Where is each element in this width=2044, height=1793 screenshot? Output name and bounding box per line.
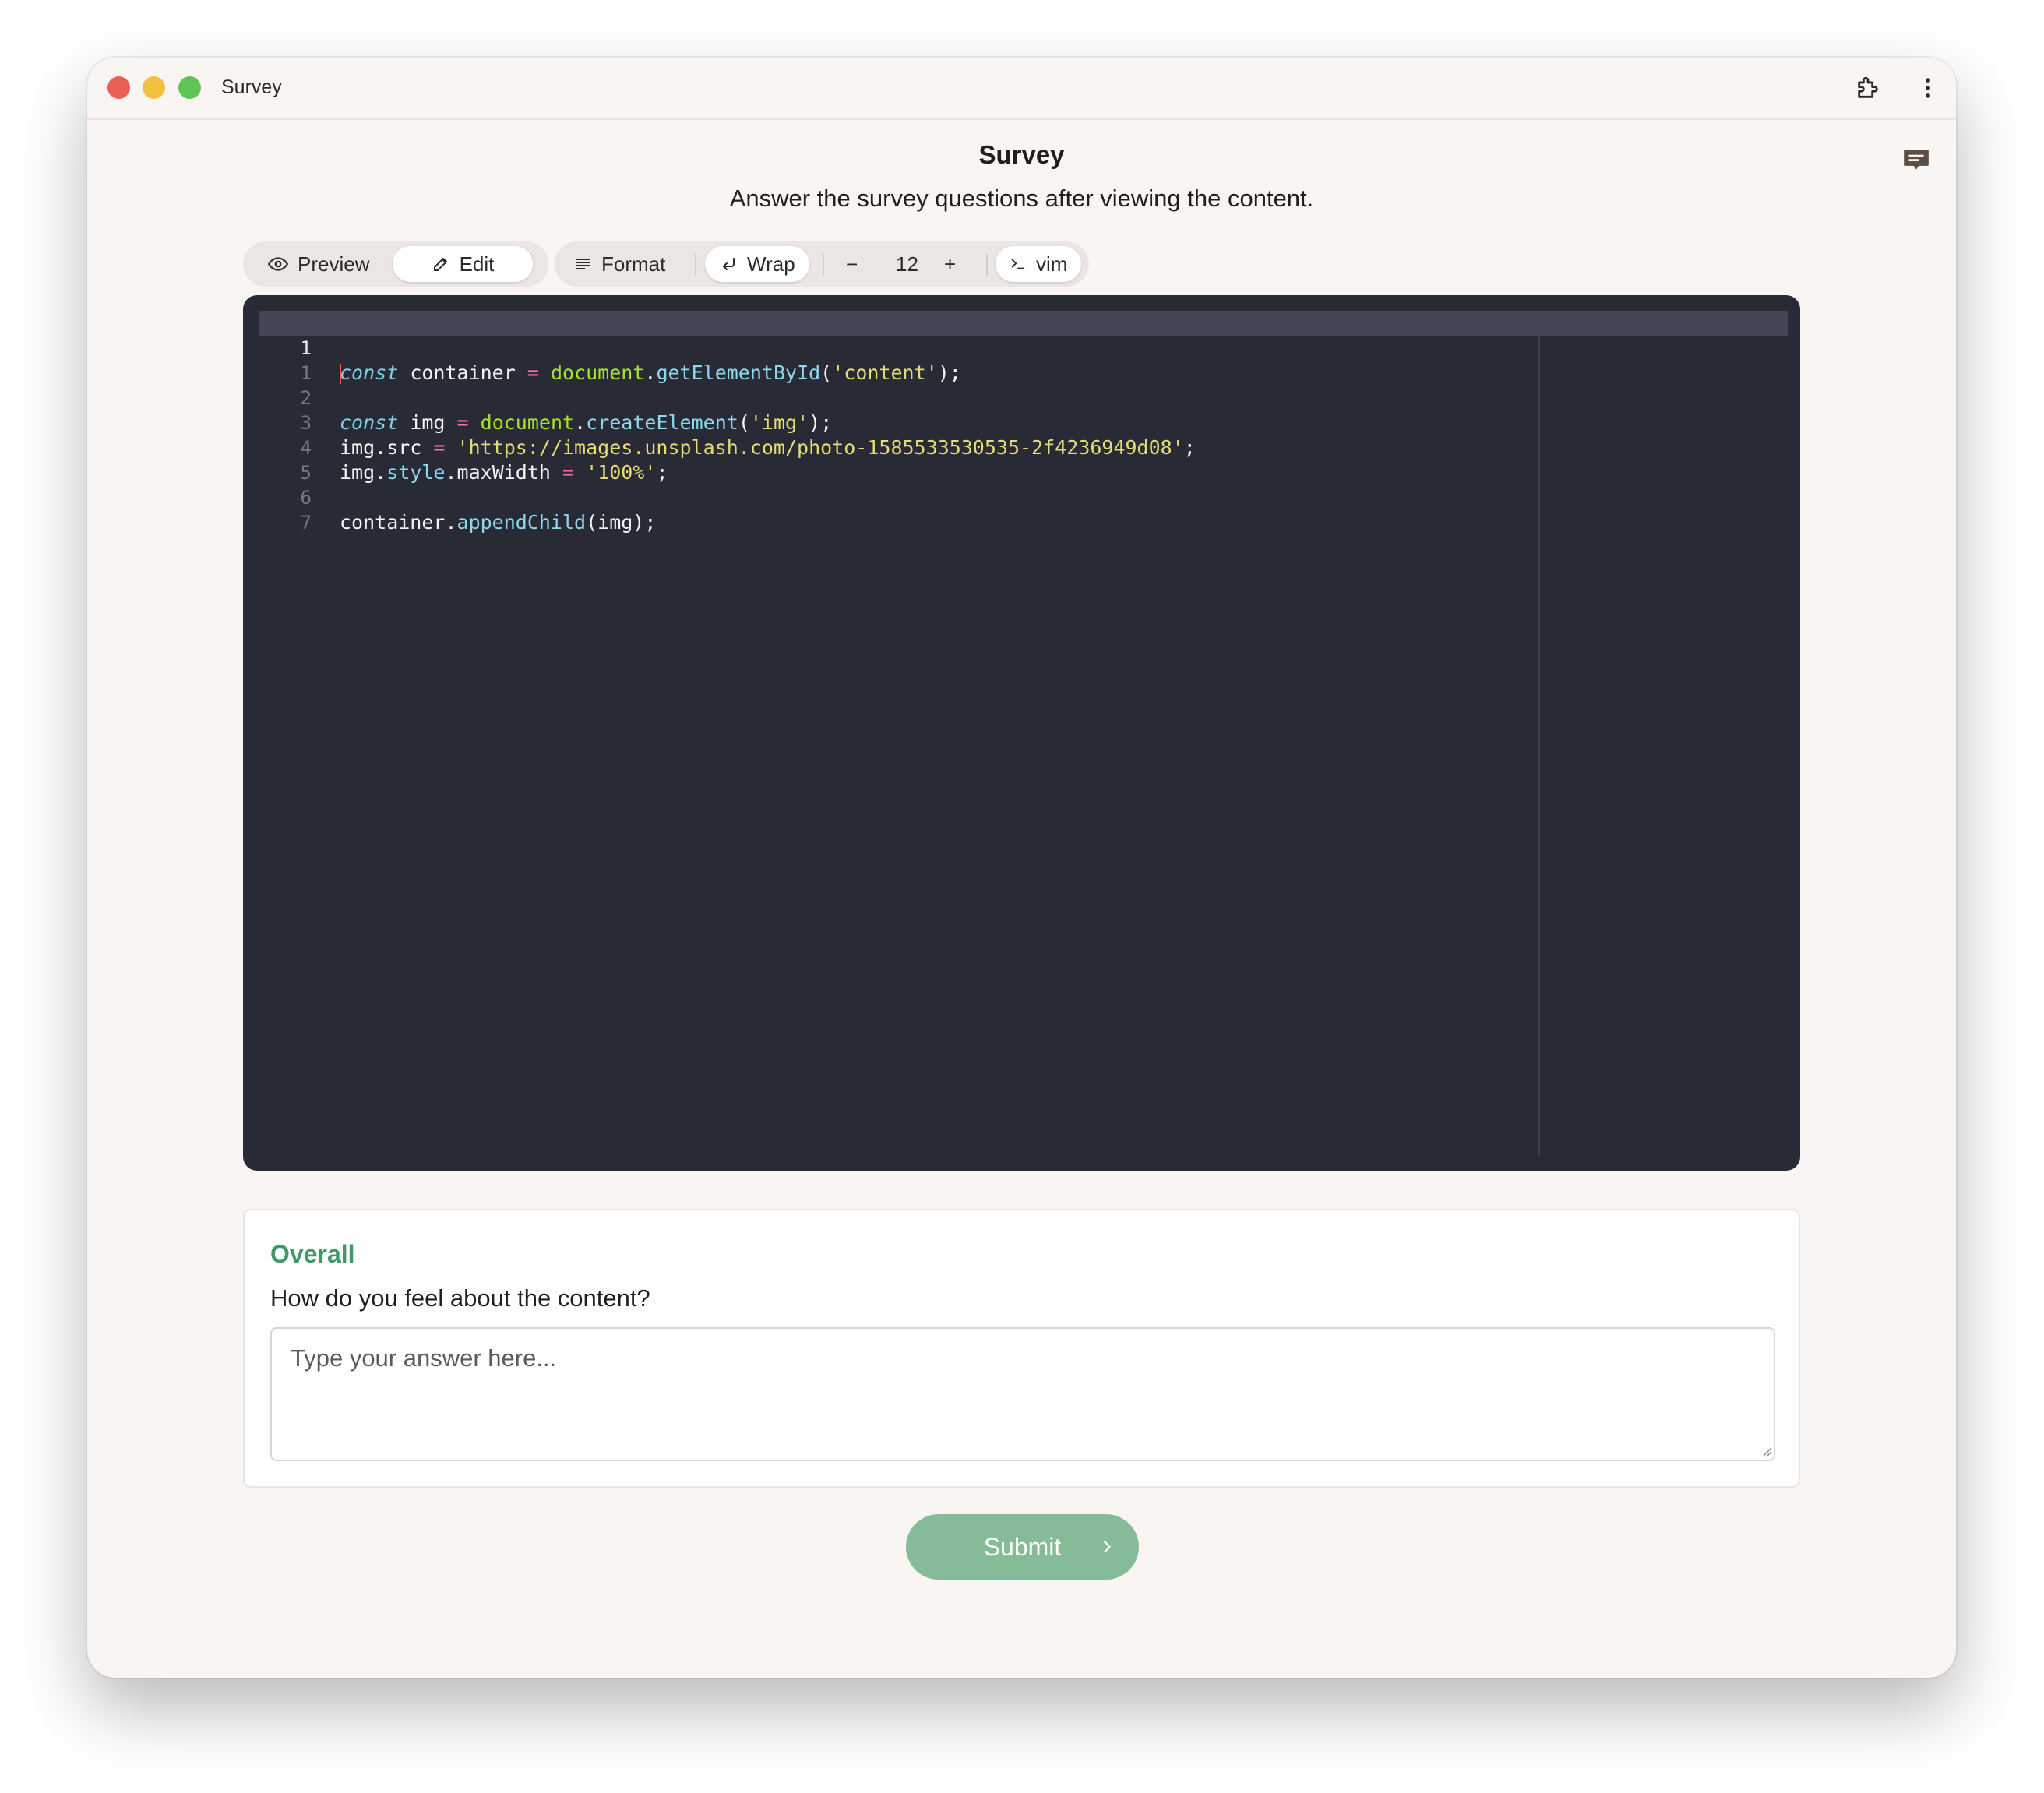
preview-label: Preview — [298, 252, 370, 276]
answer-textarea[interactable] — [270, 1327, 1775, 1461]
code-line: 1 const container = document.getElementB… — [243, 311, 961, 384]
code-line: 7 — [243, 485, 313, 534]
page-subtitle: Answer the survey questions after viewin… — [729, 185, 1314, 212]
view-mode-toggle: Preview Edit — [243, 241, 548, 287]
question-text: How do you feel about the content? — [270, 1284, 650, 1312]
code-line: 5 — [243, 435, 313, 484]
eye-icon — [268, 257, 288, 271]
format-label: Format — [601, 252, 666, 276]
font-size-value: 12 — [896, 252, 918, 276]
chevron-right-icon — [1104, 1541, 1111, 1553]
code-line: 1 — [243, 336, 313, 384]
more-vertical-icon[interactable] — [1912, 72, 1944, 104]
code-editor[interactable]: 1 const container = document.getElementB… — [243, 295, 1800, 1171]
code-text[interactable]: img.style.maxWidth = '100%'; — [340, 460, 668, 485]
code-text[interactable]: img.src = 'https://images.unsplash.com/p… — [340, 435, 1196, 460]
maximize-window-button[interactable] — [178, 76, 201, 99]
toolbar-divider — [823, 254, 824, 276]
code-line: 4 img.style.maxWidth = '100%'; — [243, 410, 668, 484]
code-text[interactable]: container.appendChild(img); — [340, 510, 656, 535]
format-lines-icon — [576, 259, 590, 269]
decrease-font-button[interactable]: − — [837, 246, 867, 282]
submit-label: Submit — [983, 1532, 1062, 1561]
wrap-arrow-icon — [723, 258, 735, 270]
title-bar: Survey — [87, 58, 1956, 120]
edit-label: Edit — [459, 252, 495, 276]
window-title: Survey — [221, 76, 282, 98]
plus-icon: + — [944, 252, 957, 276]
vim-label: vim — [1036, 252, 1068, 276]
code-line: 3 img.src = 'https://images.unsplash.com… — [243, 386, 1196, 459]
code-line: 2 const img = document.createElement('im… — [243, 361, 833, 434]
vim-toggle[interactable]: vim — [996, 246, 1082, 282]
line-number: 7 — [300, 512, 312, 534]
question-heading: Overall — [270, 1240, 355, 1268]
extension-icon[interactable] — [1852, 72, 1884, 104]
toolbar-divider — [695, 254, 696, 276]
submit-button[interactable]: Submit — [906, 1514, 1139, 1580]
resize-grip-icon[interactable] — [1760, 1444, 1772, 1457]
code-text[interactable]: const img = document.createElement('img'… — [340, 410, 832, 435]
terminal-icon — [1011, 259, 1025, 269]
editor-tools: Format Wrap − 12 + vim — [555, 241, 1089, 287]
page-title: Survey — [978, 140, 1065, 169]
toolbar-divider — [986, 254, 988, 276]
wrap-label: Wrap — [747, 252, 795, 276]
app-window: Survey Survey Answer the survey question… — [87, 58, 1956, 1678]
pencil-icon — [433, 258, 447, 271]
preview-button[interactable]: Preview — [254, 246, 383, 282]
code-text[interactable]: const container = document.getElementByI… — [340, 361, 961, 386]
close-window-button[interactable] — [107, 76, 130, 99]
print-margin — [1538, 336, 1540, 1155]
active-line-highlight — [259, 311, 1788, 336]
increase-font-button[interactable]: + — [935, 246, 965, 282]
minus-icon: − — [846, 252, 858, 276]
edit-button[interactable]: Edit — [393, 246, 533, 282]
format-button[interactable]: Format — [559, 246, 679, 282]
minimize-window-button[interactable] — [143, 76, 165, 99]
question-card: Overall How do you feel about the conten… — [243, 1209, 1800, 1488]
wrap-toggle[interactable]: Wrap — [705, 246, 809, 282]
code-line: 6 container.appendChild(img); — [243, 460, 657, 534]
